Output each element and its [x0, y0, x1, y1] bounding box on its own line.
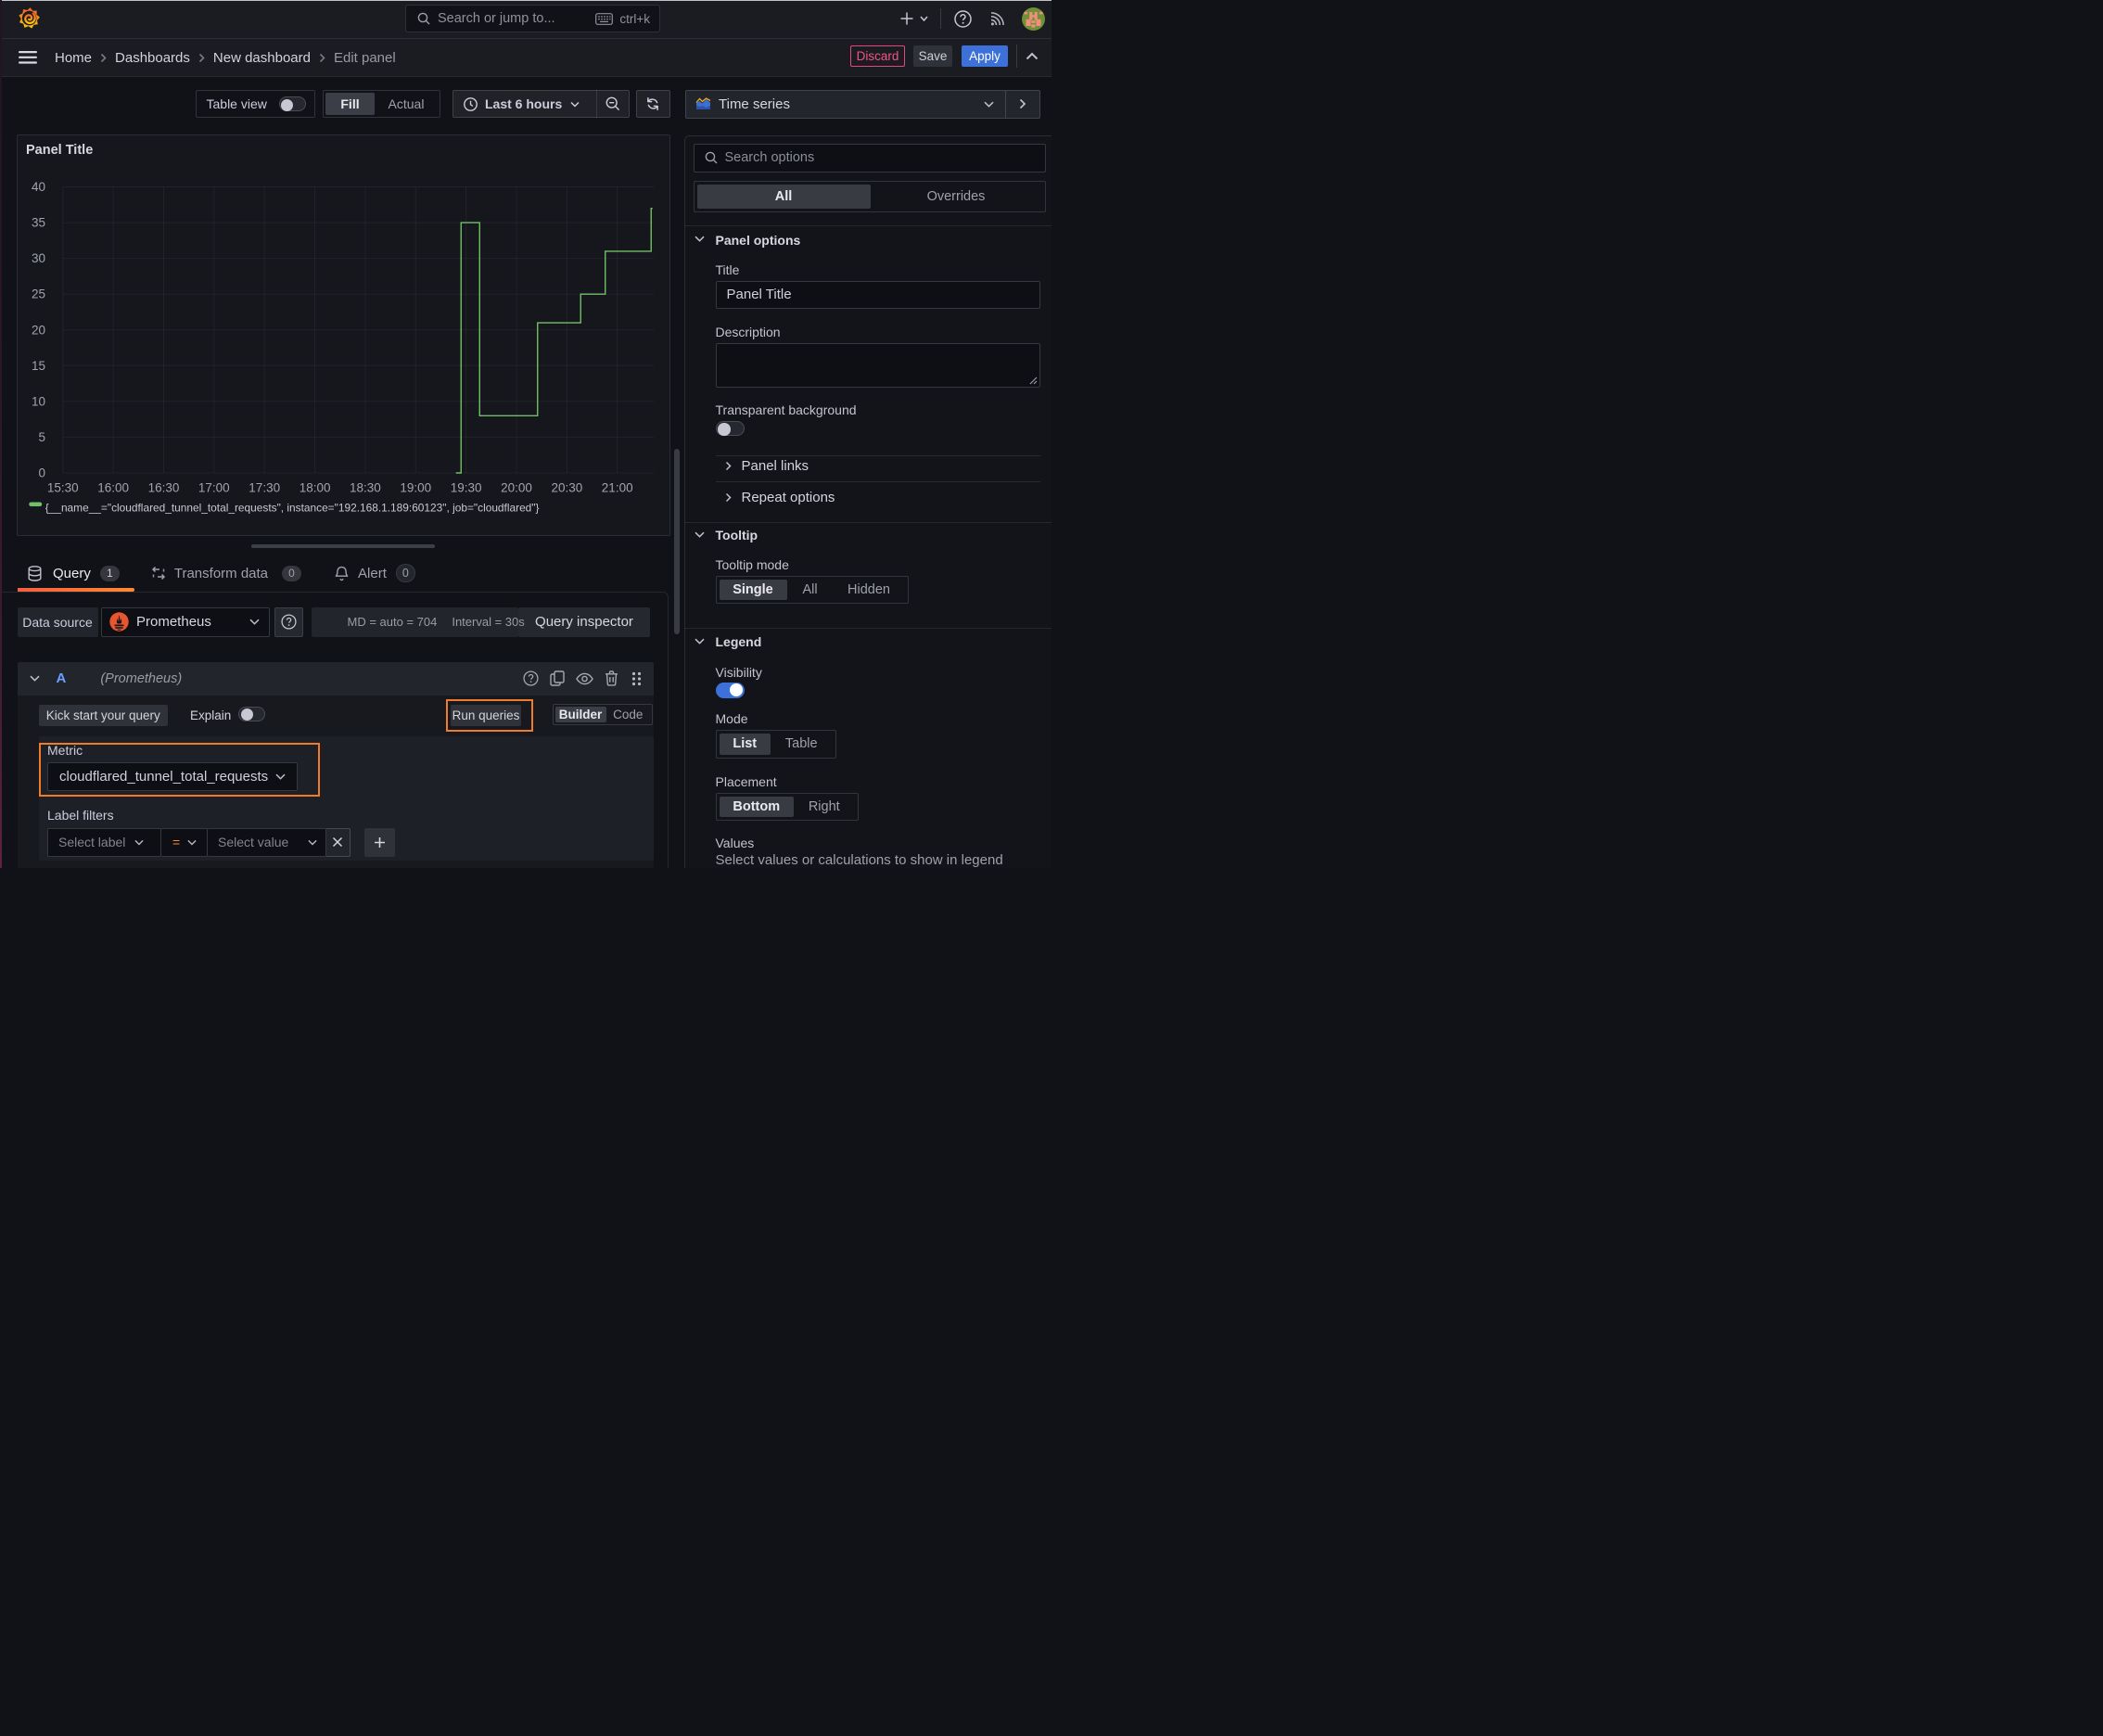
svg-text:18:00: 18:00 — [299, 480, 330, 494]
svg-text:5: 5 — [38, 429, 45, 443]
svg-text:17:30: 17:30 — [249, 480, 280, 494]
svg-text:0: 0 — [38, 466, 45, 479]
svg-text:16:30: 16:30 — [147, 480, 179, 494]
svg-text:17:00: 17:00 — [198, 480, 229, 494]
svg-text:40: 40 — [31, 180, 45, 194]
svg-text:{__name__="cloudflared_tunnel_: {__name__="cloudflared_tunnel_total_requ… — [45, 501, 539, 514]
svg-text:19:00: 19:00 — [400, 480, 431, 494]
svg-text:18:30: 18:30 — [350, 480, 381, 494]
svg-text:25: 25 — [31, 287, 45, 300]
svg-text:21:00: 21:00 — [601, 480, 632, 494]
svg-text:10: 10 — [31, 394, 45, 408]
svg-text:30: 30 — [31, 251, 45, 265]
svg-text:Panel Title: Panel Title — [26, 143, 93, 158]
svg-text:35: 35 — [31, 215, 45, 229]
svg-text:20:30: 20:30 — [551, 480, 582, 494]
svg-text:16:00: 16:00 — [97, 480, 129, 494]
svg-text:20:00: 20:00 — [501, 480, 532, 494]
svg-text:20: 20 — [31, 323, 45, 337]
svg-text:15:30: 15:30 — [46, 480, 78, 494]
svg-text:15: 15 — [31, 358, 45, 372]
svg-text:19:30: 19:30 — [450, 480, 481, 494]
